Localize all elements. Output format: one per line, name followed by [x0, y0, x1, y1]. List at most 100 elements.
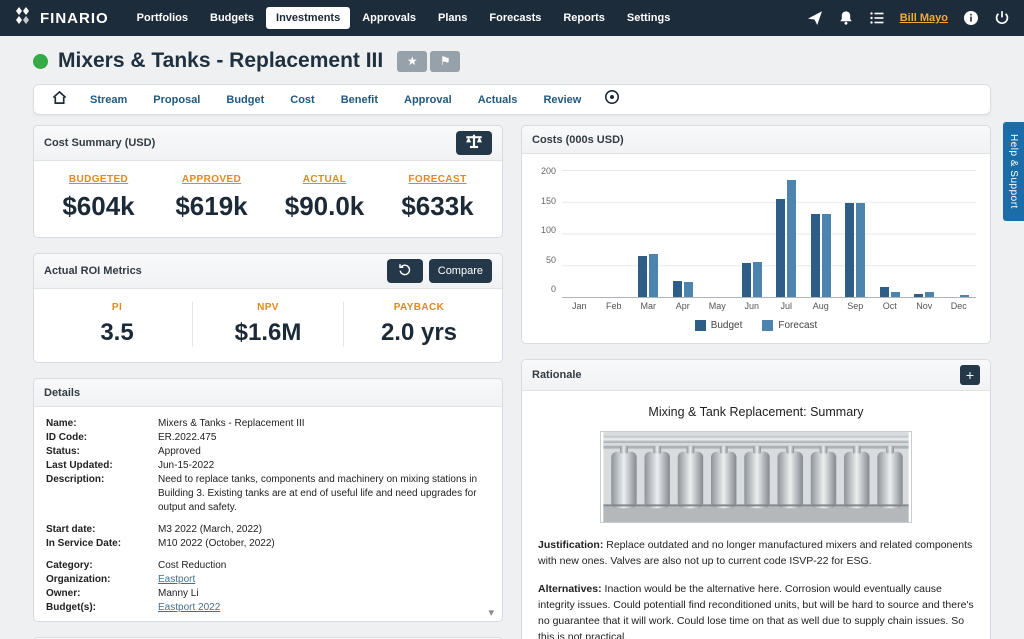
budgets-link[interactable]: Eastport 2022: [158, 601, 490, 615]
target-icon: [604, 89, 620, 110]
cost-summary-metrics: BUDGETED $604k APPROVED $619k ACTUAL $90…: [34, 161, 502, 237]
left-column: Cost Summary (USD): [33, 125, 503, 639]
status-dot: [33, 54, 48, 69]
tab-proposal[interactable]: Proposal: [140, 88, 213, 112]
history-button[interactable]: [387, 259, 423, 283]
bar-budget-aug: [811, 214, 820, 297]
info-icon[interactable]: [963, 10, 979, 26]
costs-title: Costs (000s USD): [532, 134, 624, 146]
expand-button[interactable]: +: [960, 365, 980, 385]
x-tick-feb: Feb: [597, 301, 632, 311]
rationale-header: Rationale +: [522, 360, 990, 391]
rationale-title: Rationale: [532, 369, 582, 381]
nav-item-reports[interactable]: Reports: [553, 7, 615, 29]
legend-swatch-budget: [695, 320, 706, 331]
bell-icon[interactable]: [838, 10, 854, 26]
metric-pi: PI 3.5: [42, 302, 192, 347]
rationale-body: Mixing & Tank Replacement: Summary: [522, 391, 990, 639]
power-icon[interactable]: [994, 10, 1010, 26]
nav-item-budgets[interactable]: Budgets: [200, 7, 264, 29]
main-nav: Portfolios Budgets Investments Approvals…: [127, 7, 681, 29]
flag-button[interactable]: ⚑: [430, 51, 460, 72]
brand[interactable]: FINARIO: [14, 6, 109, 30]
chart-legend: Budget Forecast: [536, 320, 976, 331]
tab-stream[interactable]: Stream: [77, 88, 140, 112]
y-tick-200: 200: [541, 166, 556, 176]
title-row: Mixers & Tanks - Replacement III ★ ⚑: [33, 49, 991, 73]
cost-settings-button[interactable]: [456, 131, 492, 155]
bar-group-jul: [769, 170, 804, 297]
right-column: Costs (000s USD) 200150100500 JanFebMarA…: [521, 125, 991, 639]
bar-group-oct: [873, 170, 908, 297]
details-header: Details: [34, 379, 502, 407]
nav-item-portfolios[interactable]: Portfolios: [127, 7, 198, 29]
metric-npv: NPV $1.6M: [192, 302, 343, 347]
detail-row-category: Category: Cost Reduction: [46, 559, 490, 573]
rationale-card: Rationale + Mixing & Tank Replacement: S…: [521, 359, 991, 639]
send-icon[interactable]: [807, 10, 823, 26]
bar-group-jan: [562, 170, 597, 297]
compare-button[interactable]: Compare: [429, 259, 492, 283]
bar-group-dec: [942, 170, 977, 297]
list-icon[interactable]: [869, 10, 885, 26]
flag-icon: ⚑: [440, 54, 451, 68]
content-columns: Cost Summary (USD): [33, 125, 991, 639]
detail-row-budgets: Budget(s): Eastport 2022: [46, 601, 490, 615]
x-tick-apr: Apr: [666, 301, 701, 311]
history-icon: [397, 262, 412, 280]
help-support-tab[interactable]: Help & Support: [1003, 122, 1024, 221]
cost-summary-card: Cost Summary (USD): [33, 125, 503, 238]
legend-swatch-forecast: [762, 320, 773, 331]
tab-approval[interactable]: Approval: [391, 88, 465, 112]
nav-item-settings[interactable]: Settings: [617, 7, 680, 29]
costs-chart: 200150100500 JanFebMarAprMayJunJulAugSep…: [522, 154, 990, 343]
details-title: Details: [44, 387, 80, 399]
tab-review[interactable]: Review: [530, 88, 594, 112]
organization-link[interactable]: Eastport: [158, 573, 490, 587]
detail-row-in-service-date: In Service Date: M10 2022 (October, 2022…: [46, 537, 490, 551]
chart-y-axis: 200150100500: [536, 166, 562, 294]
x-tick-nov: Nov: [907, 301, 942, 311]
tab-budget[interactable]: Budget: [213, 88, 277, 112]
bar-forecast-oct: [891, 292, 900, 297]
bar-budget-apr: [673, 281, 682, 297]
bar-forecast-sep: [856, 203, 865, 297]
x-tick-sep: Sep: [838, 301, 873, 311]
tab-benefit[interactable]: Benefit: [328, 88, 391, 112]
nav-item-approvals[interactable]: Approvals: [352, 7, 426, 29]
bar-forecast-mar: [649, 254, 658, 297]
chevron-down-icon[interactable]: ▾: [488, 606, 494, 619]
chart-plot: [562, 170, 976, 298]
scale-icon: [465, 134, 483, 152]
legend-forecast: Forecast: [762, 320, 817, 331]
bar-forecast-dec: [960, 295, 969, 297]
bar-group-may: [700, 170, 735, 297]
detail-row-id-code: ID Code: ER.2022.475: [46, 431, 490, 445]
costs-header: Costs (000s USD): [522, 126, 990, 154]
bar-group-sep: [838, 170, 873, 297]
metric-budgeted: BUDGETED $604k: [42, 174, 155, 222]
bar-group-nov: [907, 170, 942, 297]
user-link[interactable]: Bill Mayo: [900, 12, 948, 24]
tab-cost[interactable]: Cost: [277, 88, 327, 112]
nav-item-forecasts[interactable]: Forecasts: [479, 7, 551, 29]
metric-forecast: FORECAST $633k: [381, 174, 494, 222]
tabbar: Stream Proposal Budget Cost Benefit Appr…: [33, 84, 991, 115]
bar-group-jun: [735, 170, 770, 297]
nav-item-plans[interactable]: Plans: [428, 7, 477, 29]
x-tick-dec: Dec: [942, 301, 977, 311]
tab-target[interactable]: [594, 85, 630, 114]
bar-forecast-jun: [753, 262, 762, 297]
tab-home[interactable]: [42, 86, 77, 114]
brand-name: FINARIO: [40, 10, 109, 27]
y-tick-100: 100: [541, 225, 556, 235]
star-button[interactable]: ★: [397, 51, 427, 72]
tab-actuals[interactable]: Actuals: [465, 88, 531, 112]
nav-item-investments[interactable]: Investments: [266, 7, 350, 29]
bar-budget-sep: [845, 203, 854, 297]
bar-group-mar: [631, 170, 666, 297]
cost-summary-header: Cost Summary (USD): [34, 126, 502, 161]
roi-metrics: PI 3.5 NPV $1.6M PAYBACK 2.0 yrs: [34, 289, 502, 362]
x-tick-oct: Oct: [873, 301, 908, 311]
bar-budget-nov: [914, 294, 923, 297]
